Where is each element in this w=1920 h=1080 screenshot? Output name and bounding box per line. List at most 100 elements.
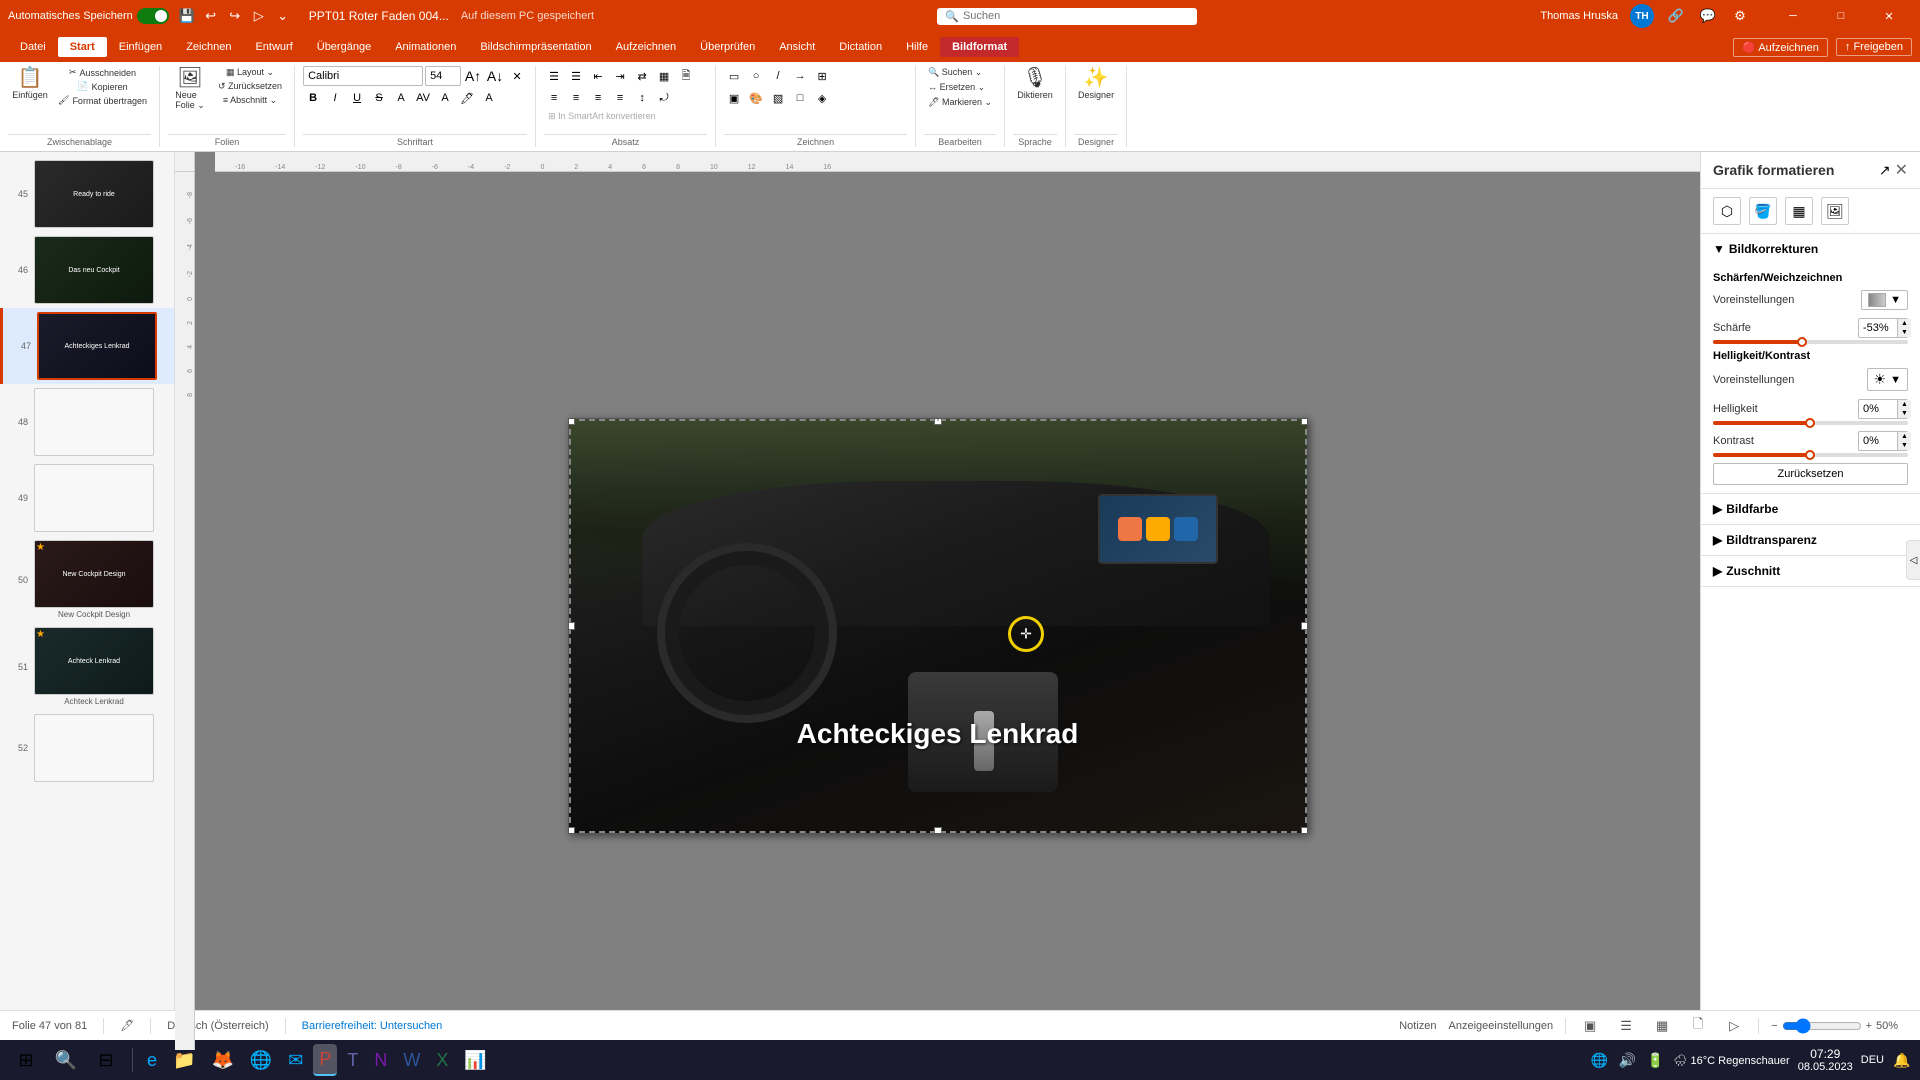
schaerfe-thumb[interactable] <box>1797 337 1807 347</box>
schaerfe-up[interactable]: ▲ <box>1897 319 1911 328</box>
oval-shape[interactable]: ○ <box>746 66 766 86</box>
outline-view-button[interactable]: ☰ <box>1614 1016 1638 1036</box>
settings-icon[interactable]: ⚙ <box>1730 6 1750 26</box>
undo-button[interactable]: ↩ <box>201 6 221 26</box>
tab-zeichnen[interactable]: Zeichnen <box>174 37 243 57</box>
schaerfe-input[interactable] <box>1859 321 1897 335</box>
tab-entwurf[interactable]: Entwurf <box>243 37 304 57</box>
format-uebertragen-button[interactable]: 🖌 Format übertragen <box>54 94 151 107</box>
search-taskbar-button[interactable]: 🔍 <box>48 1042 84 1078</box>
designer-button[interactable]: ✨ Designer <box>1074 66 1118 102</box>
zoom-in-button[interactable]: + <box>1866 1020 1872 1032</box>
slide-item-48[interactable]: 48 <box>0 384 174 460</box>
line-shape[interactable]: / <box>768 66 788 86</box>
section-zuschnitt[interactable]: ▶ Zuschnitt <box>1701 556 1920 587</box>
justify-button[interactable]: ≡ <box>610 88 630 108</box>
slide-item-51[interactable]: 51 Achteck Lenkrad ★ Achteck Lenkrad <box>0 623 174 710</box>
handle-ml[interactable] <box>568 622 575 630</box>
schaerfe-value[interactable]: ▲ ▼ <box>1858 318 1908 338</box>
rect-shape[interactable]: ▭ <box>724 66 744 86</box>
notes-view-button[interactable]: 🗋 <box>1686 1016 1710 1036</box>
kontrast-down[interactable]: ▼ <box>1897 441 1911 450</box>
redo-button[interactable]: ↪ <box>225 6 245 26</box>
shape-fill-button[interactable]: ▧ <box>768 88 788 108</box>
helligkeit-up[interactable]: ▲ <box>1897 400 1911 409</box>
kontrast-up[interactable]: ▲ <box>1897 432 1911 441</box>
clear-format-button[interactable]: ✕ <box>507 66 527 86</box>
neue-folie-button[interactable]: 🖼 NeueFolie ⌄ <box>168 66 212 113</box>
slide-item-46[interactable]: 46 Das neu Cockpit <box>0 232 174 308</box>
more-qa-button[interactable]: ⌄ <box>273 6 293 26</box>
tab-uebergaenge[interactable]: Übergänge <box>305 37 383 57</box>
tab-aufzeichnen[interactable]: Aufzeichnen <box>604 37 689 57</box>
text-direction-button[interactable]: ⤾ <box>654 88 674 108</box>
handle-br[interactable] <box>1301 827 1308 834</box>
panel-icon-effects[interactable]: ⬡ <box>1713 197 1741 225</box>
smartart-button[interactable]: ⇄ <box>632 66 652 86</box>
markieren-button[interactable]: 🖊 Markieren ⌄ <box>924 96 996 109</box>
canvas-area[interactable]: -16 -14 -12 -10 -8 -6 -4 -2 0 2 4 6 8 10… <box>175 152 1700 1050</box>
notifications-icon[interactable]: 🔔 <box>1892 1050 1912 1070</box>
kontrast-track[interactable] <box>1713 453 1908 457</box>
reading-view-button[interactable]: ▷ <box>1722 1016 1746 1036</box>
diktieren-button[interactable]: 🎙 Diktieren <box>1013 66 1057 102</box>
slide-canvas[interactable]: Achteckiges Lenkrad ⟳ ✛ <box>568 418 1308 834</box>
panel-icon-size[interactable]: 🖼 <box>1821 197 1849 225</box>
bildkorrekturen-header[interactable]: ▼ Bildkorrekturen <box>1701 234 1920 264</box>
ersetzen-button[interactable]: ↔ Ersetzen ⌄ <box>924 81 989 94</box>
tab-animationen[interactable]: Animationen <box>383 37 468 57</box>
helligkeit-input[interactable] <box>1859 402 1897 416</box>
font-color-button[interactable]: A <box>435 88 455 108</box>
slide-item-52[interactable]: 52 <box>0 710 174 786</box>
section-bildtransparenz[interactable]: ▶ Bildtransparenz <box>1701 525 1920 556</box>
arrow-shape[interactable]: → <box>790 66 810 86</box>
handle-tl[interactable] <box>568 418 575 425</box>
slides-panel[interactable]: 45 Ready to ride 46 Das neu Cockpit 47 A… <box>0 152 175 1050</box>
slidesorter-view-button[interactable]: ▦ <box>1650 1016 1674 1036</box>
numbered-list-button[interactable]: ☰ <box>566 66 586 86</box>
quick-styles-button[interactable]: 🎨 <box>746 88 766 108</box>
slide-item-49[interactable]: 49 <box>0 460 174 536</box>
shape-outline-button[interactable]: □ <box>790 88 810 108</box>
network-icon[interactable]: 🌐 <box>1589 1050 1609 1070</box>
font-bg-button[interactable]: A <box>479 88 499 108</box>
zuruecksetzen-btn[interactable]: Zurücksetzen <box>1713 463 1908 485</box>
kontrast-thumb[interactable] <box>1805 450 1815 460</box>
tab-hilfe[interactable]: Hilfe <box>894 37 940 57</box>
underline-button[interactable]: U <box>347 88 367 108</box>
align-right-button[interactable]: ≡ <box>588 88 608 108</box>
taskview-button[interactable]: ⊟ <box>88 1042 124 1078</box>
search-bar[interactable]: 🔍 <box>937 8 1197 25</box>
schaerfe-down[interactable]: ▼ <box>1897 328 1911 337</box>
columns-button[interactable]: ▦ <box>654 66 674 86</box>
search-input[interactable] <box>963 10 1189 22</box>
taskbar-teams[interactable]: T <box>341 1044 364 1076</box>
accessibility-status[interactable]: Barrierefreiheit: Untersuchen <box>302 1020 443 1032</box>
maximize-button[interactable]: □ <box>1818 0 1864 32</box>
minimize-button[interactable]: ─ <box>1770 0 1816 32</box>
arrange-button[interactable]: ▣ <box>724 88 744 108</box>
align-left-button[interactable]: ≡ <box>544 88 564 108</box>
battery-icon[interactable]: 🔋 <box>1645 1050 1665 1070</box>
normal-view-button[interactable]: ▣ <box>1578 1016 1602 1036</box>
taskbar-powerpoint[interactable]: P <box>313 1044 337 1076</box>
taskbar-onenote[interactable]: N <box>368 1044 393 1076</box>
shape-effect-button[interactable]: ◈ <box>812 88 832 108</box>
font-grow-button[interactable]: A↑ <box>463 66 483 86</box>
panel-expand-icon[interactable]: ↗ <box>1879 162 1891 179</box>
font-name-input[interactable]: Calibri <box>303 66 423 86</box>
zoom-slider[interactable] <box>1782 1018 1862 1034</box>
strikethrough-button[interactable]: S <box>369 88 389 108</box>
zoom-out-button[interactable]: − <box>1771 1020 1777 1032</box>
handle-mr[interactable] <box>1301 622 1308 630</box>
more-shapes-button[interactable]: ⊞ <box>812 66 832 86</box>
ausschneiden-button[interactable]: ✂ Ausschneiden <box>54 66 151 79</box>
highlight-button[interactable]: 🖊 <box>457 88 477 108</box>
taskbar-chrome[interactable]: 🌐 <box>244 1044 278 1076</box>
notizen-button[interactable]: Notizen <box>1399 1020 1436 1032</box>
helligkeit-value[interactable]: ▲ ▼ <box>1858 399 1908 419</box>
helligkeit-down[interactable]: ▼ <box>1897 409 1911 418</box>
voreinstellungen-select[interactable]: ▼ <box>1861 290 1908 310</box>
taskbar-firefox[interactable]: 🦊 <box>205 1044 239 1076</box>
slide-item-47[interactable]: 47 Achteckiges Lenkrad <box>0 308 174 384</box>
